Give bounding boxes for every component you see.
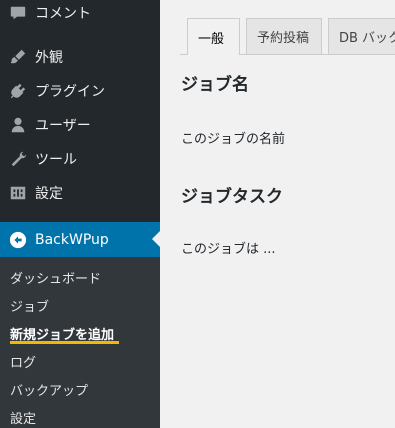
wrench-icon <box>9 150 27 168</box>
menu-item-label: 外観 <box>35 50 63 66</box>
submenu-item-backups[interactable]: バックアップ <box>10 380 88 399</box>
job-name-heading: ジョブ名 <box>181 75 249 95</box>
submenu-item-jobs[interactable]: ジョブ <box>10 296 49 315</box>
tab-general[interactable]: 一般 <box>187 18 240 55</box>
submenu-item-dashboard[interactable]: ダッシュボード <box>10 268 101 287</box>
submenu-item-logs[interactable]: ログ <box>10 352 36 371</box>
menu-item-label: コメント <box>35 6 91 22</box>
current-menu-arrow <box>152 231 160 247</box>
settings-icon <box>9 184 27 202</box>
main-content: 一般 予約投稿 DB バック ジョブ名 このジョブの名前 ジョブタスク このジョ… <box>160 0 395 428</box>
submenu-item-settings[interactable]: 設定 <box>10 408 36 427</box>
menu-item-users[interactable]: ユーザー <box>0 108 160 142</box>
menu-item-backwpup[interactable]: BackWPup <box>0 222 160 257</box>
tab-db-backup[interactable]: DB バック <box>328 18 395 54</box>
highlight-underline <box>10 341 119 344</box>
job-tasks-heading: ジョブタスク <box>181 187 283 207</box>
menu-item-comments[interactable]: コメント <box>0 0 160 30</box>
menu-item-label: 設定 <box>35 186 63 202</box>
admin-sidebar: コメント 外観 プラグイン ユーザー ツール 設定 BackWPup ダッシュボ… <box>0 0 160 428</box>
menu-item-label: ツール <box>35 152 77 168</box>
menu-item-plugins[interactable]: プラグイン <box>0 74 160 108</box>
menu-item-appearance[interactable]: 外観 <box>0 40 160 74</box>
backwpup-logo-icon <box>8 230 28 250</box>
job-tasks-label: このジョブは ... <box>181 242 276 257</box>
tab-schedule[interactable]: 予約投稿 <box>246 18 322 54</box>
job-name-label: このジョブの名前 <box>181 132 286 147</box>
comment-icon <box>9 4 27 22</box>
plugin-icon <box>9 82 27 100</box>
menu-item-label: ユーザー <box>35 118 91 134</box>
menu-item-label: BackWPup <box>35 231 109 248</box>
user-icon <box>9 116 27 134</box>
menu-item-label: プラグイン <box>35 84 105 100</box>
appearance-brush-icon <box>9 48 27 66</box>
menu-item-tools[interactable]: ツール <box>0 142 160 176</box>
menu-item-settings[interactable]: 設定 <box>0 176 160 210</box>
